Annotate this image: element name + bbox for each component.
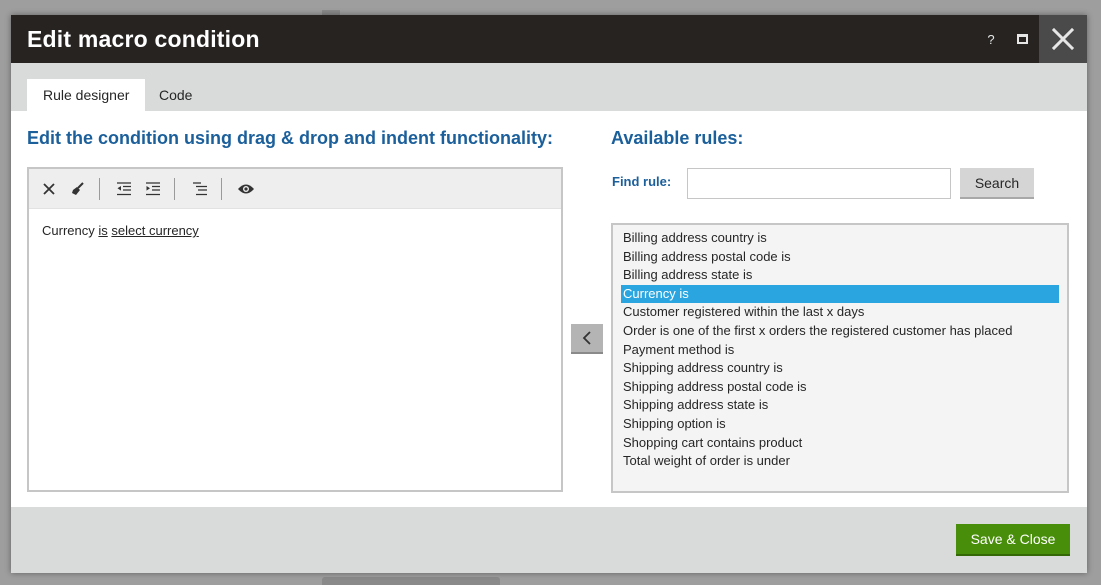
macro-condition-dialog: Edit macro condition ? Rule designer Cod… (11, 15, 1087, 573)
toolbar-divider (221, 178, 222, 200)
rule-option[interactable]: Customer registered within the last x da… (621, 303, 1059, 322)
condition-operator-link[interactable]: is (98, 223, 107, 238)
rule-option[interactable]: Shipping address country is (621, 359, 1059, 378)
available-rules-heading: Available rules: (611, 128, 744, 148)
indent-icon (146, 182, 160, 196)
dialog-title: Edit macro condition (27, 26, 260, 52)
condition-prefix: Currency (42, 223, 95, 238)
tab-rule-designer[interactable]: Rule designer (27, 79, 146, 111)
preview-button[interactable] (235, 178, 257, 200)
add-rule-button[interactable] (571, 324, 603, 354)
delete-button[interactable] (38, 178, 60, 200)
dialog-content: Edit the condition using drag & drop and… (11, 111, 1087, 507)
find-rule-label: Find rule: (612, 174, 672, 189)
unindent-button[interactable] (113, 178, 135, 200)
rule-option[interactable]: Currency is (621, 284, 1059, 304)
close-icon (1052, 28, 1074, 50)
rule-option[interactable]: Payment method is (621, 341, 1059, 360)
rule-option[interactable]: Order is one of the first x orders the r… (621, 322, 1059, 341)
backdrop (322, 577, 500, 585)
rule-option[interactable]: Shipping address postal code is (621, 378, 1059, 397)
find-rule-input[interactable] (687, 168, 951, 199)
available-rules-list[interactable]: Billing address country is Billing addres… (611, 223, 1069, 493)
maximize-button[interactable] (1010, 15, 1034, 63)
dialog-titlebar: Edit macro condition ? (11, 15, 1087, 63)
condition-rule-line: Currency is select currency (42, 223, 199, 238)
toolbar-divider (174, 178, 175, 200)
rule-option[interactable]: Shipping option is (621, 415, 1059, 434)
preview-icon (238, 184, 254, 194)
rule-option[interactable]: Total weight of order is under (621, 452, 1059, 471)
clear-icon (72, 182, 84, 195)
unindent-icon (117, 182, 131, 196)
chevron-left-icon (582, 331, 591, 345)
rule-option[interactable]: Billing address postal code is (621, 248, 1059, 267)
help-button[interactable]: ? (979, 15, 1003, 63)
indent-button[interactable] (142, 178, 164, 200)
condition-value-link[interactable]: select currency (111, 223, 198, 238)
rule-option[interactable]: Billing address country is (621, 229, 1059, 248)
editor-heading: Edit the condition using drag & drop and… (27, 128, 553, 148)
autoindent-icon (193, 182, 207, 196)
save-close-button[interactable]: Save & Close (956, 524, 1070, 556)
editor-toolbar (29, 169, 561, 209)
rule-option[interactable]: Shipping address state is (621, 396, 1059, 415)
delete-icon (43, 183, 55, 195)
search-button[interactable]: Search (960, 168, 1034, 199)
tab-code[interactable]: Code (143, 79, 208, 111)
dialog-footer: Save & Close (11, 507, 1087, 573)
condition-editor: Currency is select currency (27, 167, 563, 492)
tab-bar: Rule designer Code (11, 63, 1087, 111)
rule-option[interactable]: Billing address state is (621, 266, 1059, 285)
help-icon: ? (987, 31, 995, 47)
clear-button[interactable] (67, 178, 89, 200)
close-button[interactable] (1039, 15, 1087, 63)
toolbar-divider (99, 178, 100, 200)
autoindent-button[interactable] (189, 178, 211, 200)
rule-option[interactable]: Shopping cart contains product (621, 434, 1059, 453)
maximize-icon (1016, 34, 1028, 44)
